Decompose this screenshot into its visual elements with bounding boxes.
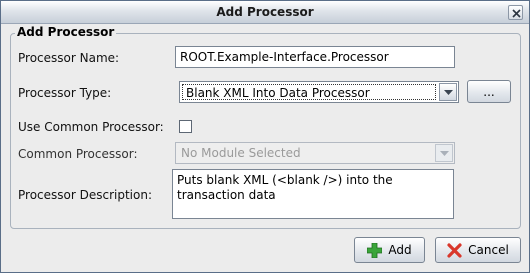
processor-type-value: Blank XML Into Data Processor (182, 84, 436, 100)
common-processor-select[interactable]: No Module Selected (175, 142, 455, 164)
group-title: Add Processor (15, 25, 117, 39)
close-button[interactable] (508, 5, 523, 20)
chevron-down-icon (444, 90, 453, 95)
browse-processor-button[interactable]: ... (467, 80, 511, 103)
use-common-processor-label: Use Common Processor: (18, 120, 164, 134)
processor-name-label: Processor Name: (18, 51, 120, 65)
processor-type-label: Processor Type: (18, 86, 112, 100)
chevron-down-icon (440, 151, 449, 156)
cancel-button[interactable]: Cancel (435, 237, 521, 263)
common-processor-value: No Module Selected (181, 146, 301, 160)
add-button[interactable]: Add (354, 237, 425, 263)
common-processor-label: Common Processor: (18, 147, 138, 161)
add-processor-dialog: Add Processor Add Processor Processor Na… (0, 0, 530, 273)
use-common-processor-checkbox[interactable] (179, 120, 192, 133)
plus-icon (367, 242, 383, 258)
processor-type-dropdown-button[interactable] (439, 83, 457, 101)
title-bar[interactable]: Add Processor (1, 1, 529, 24)
cancel-button-label: Cancel (468, 243, 509, 257)
processor-type-select[interactable]: Blank XML Into Data Processor (179, 81, 459, 103)
window-title: Add Processor (216, 5, 314, 19)
close-icon (512, 9, 521, 18)
processor-description-label: Processor Description: (18, 188, 152, 202)
common-processor-dropdown-button[interactable] (435, 144, 453, 162)
processor-name-field[interactable]: ROOT.Example-Interface.Processor (175, 46, 455, 68)
x-icon (447, 242, 462, 258)
add-button-label: Add (388, 243, 412, 257)
processor-description-field[interactable]: Puts blank XML (<blank />) into the tran… (172, 169, 454, 219)
